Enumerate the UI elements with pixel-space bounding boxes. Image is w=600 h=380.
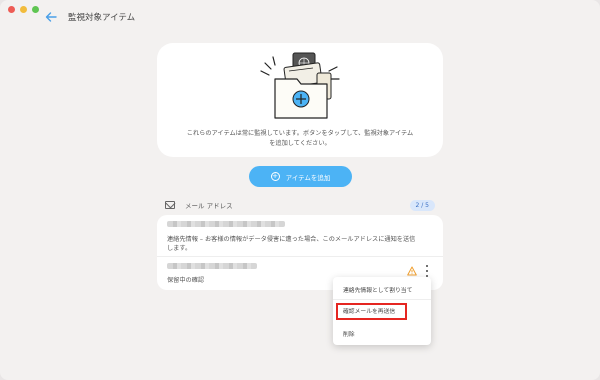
email-description-line1: 連絡先情報 – お客様の情報がデータ侵害に遭った場合、このメールアドレスに通知を…	[167, 236, 416, 243]
back-arrow-icon[interactable]	[44, 10, 58, 24]
menu-divider	[333, 299, 431, 300]
minimize-window-button[interactable]	[20, 6, 27, 13]
page-title: 監視対象アイテム	[68, 13, 136, 23]
app-window: 監視対象アイテム これらのアイテムは常に監視しています。ボタンをタップして、監視…	[0, 0, 600, 380]
menu-item-delete[interactable]: 削除	[343, 329, 355, 338]
empty-state-text-line2: を追加してください。	[269, 139, 331, 147]
empty-state-card: これらのアイテムは常に監視しています。ボタンをタップして、監視対象アイテム を追…	[157, 43, 443, 157]
email-description: 連絡先情報 – お客様の情報がデータ侵害に遭った場合、このメールアドレスに通知を…	[167, 235, 433, 253]
zoom-window-button[interactable]	[32, 6, 39, 13]
redacted-email	[167, 263, 257, 269]
divider	[157, 256, 443, 257]
warning-icon	[407, 266, 417, 276]
plus-circle-icon: +	[270, 172, 280, 181]
empty-state-text: これらのアイテムは常に監視しています。ボタンをタップして、監視対象アイテム を追…	[167, 129, 433, 148]
close-window-button[interactable]	[8, 6, 15, 13]
mail-icon	[165, 201, 175, 209]
email-description-line2: します。	[167, 245, 192, 252]
menu-item-assign-contact[interactable]: 連絡先情報として割り当て	[343, 285, 412, 294]
email-item-primary[interactable]: 連絡先情報 – お客様の情報がデータ侵害に遭った場合、このメールアドレスに通知を…	[167, 221, 433, 253]
section-title: メール アドレス	[185, 202, 233, 210]
email-section-header: メール アドレス 2 / 5	[165, 199, 435, 211]
header: 監視対象アイテム	[44, 8, 135, 26]
monitoring-illustration	[260, 52, 340, 119]
more-vert-icon[interactable]	[423, 265, 431, 277]
add-item-label: アイテムを追加	[285, 173, 331, 182]
count-badge: 2 / 5	[409, 199, 435, 211]
highlight-box	[336, 303, 407, 320]
window-controls	[8, 6, 39, 13]
add-item-button[interactable]: + アイテムを追加	[249, 166, 352, 187]
redacted-email	[167, 221, 285, 227]
empty-state-text-line1: これらのアイテムは常に監視しています。ボタンをタップして、監視対象アイテム	[186, 130, 414, 137]
